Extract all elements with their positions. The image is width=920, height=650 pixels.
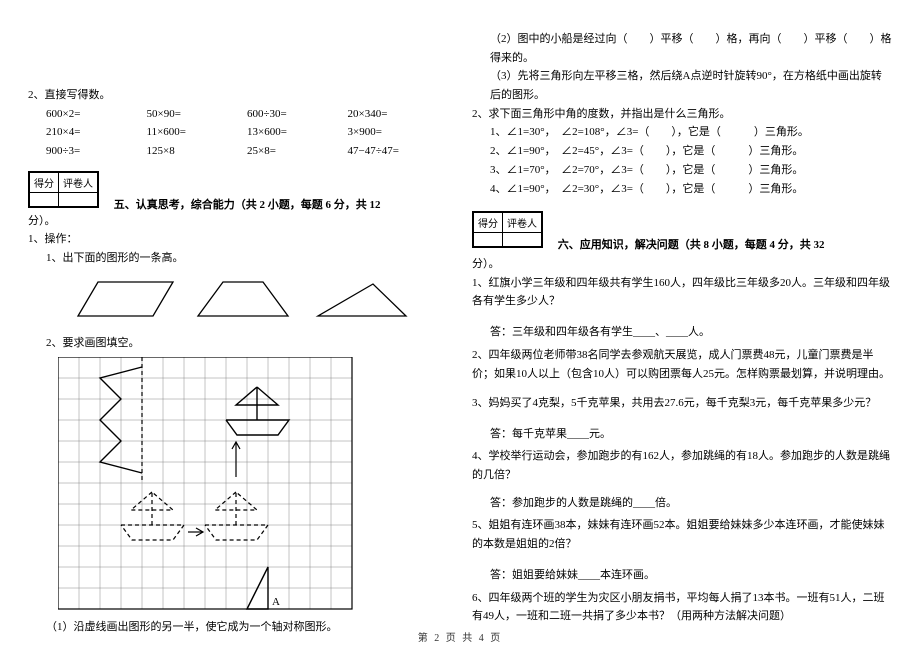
grader-label: 评卷人 [503,213,542,233]
section-5-title: 五、认真思考，综合能力（共 2 小题，每题 6 分，共 12 [114,199,381,211]
q4-text: 4、学校举行运动会，参加跑步的有162人，参加跳绳的有18人。参加跑步的人数是跳… [472,447,892,484]
calc-cell: 600÷30= [247,105,348,124]
q6-text: 6、四年级两个班的学生为灾区小朋友捐书，平均每人捐了13本书。一班有51人，二班… [472,589,892,626]
right-column: （2）图中的小船是经过向（ ）平移（ ）格，再向（ ）平移（ ）格得来的。 （3… [472,30,892,630]
height-shapes-svg [58,274,418,326]
angle-row: 1、∠1=30°， ∠2=108°，∠3=（ ），它是（ ）三角形。 [490,123,892,142]
grader-cell [59,192,98,206]
q2-title: 2、直接写得数。 [28,86,448,105]
q1-text: 1、红旗小学三年级和四年级共有学生160人，四年级比三年级多20人。三年级和四年… [472,274,892,311]
calc-cell: 125×8 [147,142,248,161]
section-6-title: 六、应用知识，解决问题（共 8 小题，每题 4 分，共 32 [558,239,825,251]
calc-cell: 900÷3= [46,142,147,161]
grader-cell [503,233,542,247]
q3-text: 3、妈妈买了4克梨，5千克苹果，共用去27.6元，每千克梨3元，每千克苹果多少元… [472,394,892,413]
calc-cell: 210×4= [46,123,147,142]
calc-row: 210×4= 11×600= 13×600= 3×900= [46,123,448,142]
score-block: 得分 评卷人 五、认真思考，综合能力（共 2 小题，每题 6 分，共 12 [28,161,448,212]
fen-label: 分）。 [28,212,448,231]
left-column: 2、直接写得数。 600×2= 50×90= 600÷30= 20×340= 2… [28,30,448,630]
a1-text: 答：三年级和四年级各有学生____、____人。 [490,323,892,342]
r2-text: （2）图中的小船是经过向（ ）平移（ ）格，再向（ ）平移（ ）格得来的。 [490,30,892,67]
score-table: 得分 评卷人 [28,171,99,208]
calc-row: 600×2= 50×90= 600÷30= 20×340= [46,105,448,124]
shapes-row [58,274,448,326]
grid-svg: A [58,357,358,611]
svg-text:A: A [272,596,280,608]
angle-row: 3、∠1=70°， ∠2=70°，∠3=（ ），它是（ ）三角形。 [490,161,892,180]
score-table: 得分 评卷人 [472,211,543,248]
calc-block: 600×2= 50×90= 600÷30= 20×340= 210×4= 11×… [46,105,448,161]
calc-cell: 11×600= [147,123,248,142]
angle-row: 4、∠1=90°， ∠2=30°，∠3=（ ），它是（ ）三角形。 [490,180,892,199]
grader-label: 评卷人 [59,172,98,192]
rt2: 2、求下面三角形中角的度数，并指出是什么三角形。 [472,105,892,124]
score-label: 得分 [474,213,503,233]
q1-label: 1、操作： [28,230,448,249]
q1b-label: 2、要求画图填空。 [46,334,448,353]
calc-cell: 47−47÷47= [348,142,449,161]
calc-cell: 50×90= [147,105,248,124]
score-label: 得分 [30,172,59,192]
score-block-right: 得分 评卷人 六、应用知识，解决问题（共 8 小题，每题 4 分，共 32 [472,201,892,252]
angle-row: 2、∠1=90°， ∠2=45°，∠3=（ ），它是（ ）三角形。 [490,142,892,161]
grid-figure: A [58,357,448,614]
a4-text: 答：参加跑步的人数是跳绳的____倍。 [490,494,892,513]
calc-cell: 25×8= [247,142,348,161]
a5-text: 答：姐姐要给妹妹____本连环画。 [490,566,892,585]
fen-label: 分）。 [472,255,892,274]
q1a-label: 1、出下面的图形的一条高。 [46,249,448,268]
r3-text: （3）先将三角形向左平移三格，然后绕A点逆时针旋转90°，在方格纸中画出旋转后的… [490,67,892,104]
q5-text: 5、姐姐有连环画38本，妹妹有连环画52本。姐姐要给妹妹多少本连环画，才能使妹妹… [472,516,892,553]
score-cell [30,192,59,206]
score-cell [474,233,503,247]
calc-cell: 20×340= [348,105,449,124]
calc-cell: 600×2= [46,105,147,124]
calc-row: 900÷3= 125×8 25×8= 47−47÷47= [46,142,448,161]
calc-cell: 3×900= [348,123,449,142]
q2-text: 2、四年级两位老师带38名同学去参观航天展览，成人门票费48元，儿童门票费是半价… [472,346,892,383]
calc-cell: 13×600= [247,123,348,142]
a3-text: 答：每千克苹果____元。 [490,425,892,444]
page-footer: 第 2 页 共 4 页 [0,629,920,644]
